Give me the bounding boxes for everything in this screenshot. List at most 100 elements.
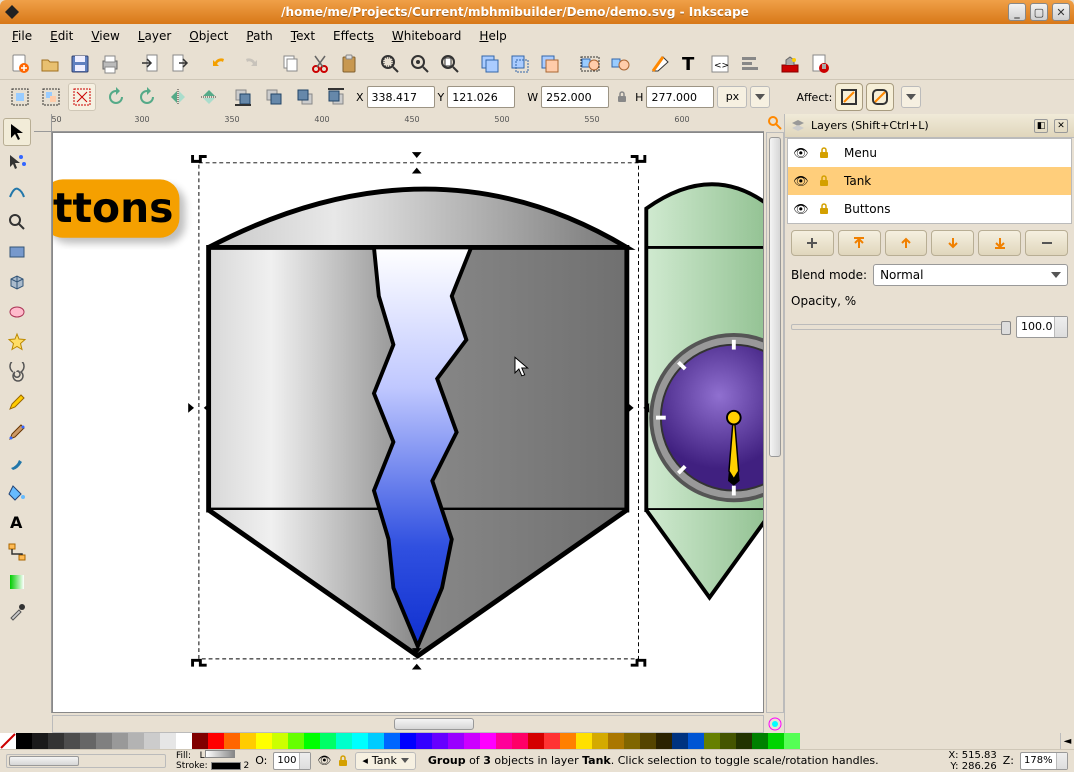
ellipse-tool[interactable]: [3, 298, 31, 326]
no-color-swatch[interactable]: [0, 733, 16, 749]
fill-stroke-button[interactable]: [646, 50, 674, 78]
text-tool[interactable]: A: [3, 508, 31, 536]
align-dialog-button[interactable]: [736, 50, 764, 78]
current-layer-select[interactable]: ◂ Tank: [355, 752, 416, 770]
color-swatch[interactable]: [640, 733, 656, 749]
color-swatch[interactable]: [64, 733, 80, 749]
layer-row[interactable]: 👁 Menu: [788, 139, 1071, 167]
color-swatch[interactable]: [96, 733, 112, 749]
selector-tool[interactable]: [3, 118, 31, 146]
color-swatch[interactable]: [592, 733, 608, 749]
export-button[interactable]: [166, 50, 194, 78]
color-swatch[interactable]: [544, 733, 560, 749]
document-properties-button[interactable]: [806, 50, 834, 78]
color-swatch[interactable]: [128, 733, 144, 749]
eye-icon[interactable]: 👁: [792, 202, 810, 216]
color-swatch[interactable]: [448, 733, 464, 749]
x-input[interactable]: [367, 86, 435, 108]
menu-effects[interactable]: Effects: [325, 27, 382, 45]
blend-select[interactable]: Normal: [873, 264, 1068, 286]
lock-icon[interactable]: [818, 175, 836, 187]
color-swatch[interactable]: [80, 733, 96, 749]
color-swatch[interactable]: [368, 733, 384, 749]
color-swatch[interactable]: [112, 733, 128, 749]
color-swatch[interactable]: [768, 733, 784, 749]
bucket-tool[interactable]: [3, 478, 31, 506]
cms-icon[interactable]: [767, 716, 783, 732]
ungroup-button[interactable]: [606, 50, 634, 78]
lock-icon[interactable]: [818, 203, 836, 215]
palette-menu-button[interactable]: ◄: [1060, 733, 1074, 749]
color-swatch[interactable]: [176, 733, 192, 749]
text-dialog-button[interactable]: T: [676, 50, 704, 78]
lock-icon[interactable]: [818, 147, 836, 159]
color-swatch[interactable]: [352, 733, 368, 749]
dropper-tool[interactable]: [3, 598, 31, 626]
quick-zoom-icon[interactable]: [767, 115, 783, 131]
vertical-scrollbar[interactable]: [766, 132, 784, 713]
raise-top-layer-button[interactable]: [838, 230, 881, 256]
h-input[interactable]: [646, 86, 714, 108]
panel-close-button[interactable]: ✕: [1054, 119, 1068, 133]
color-swatch[interactable]: [208, 733, 224, 749]
color-swatch[interactable]: [256, 733, 272, 749]
3dbox-tool[interactable]: [3, 268, 31, 296]
color-swatch[interactable]: [688, 733, 704, 749]
panel-detach-button[interactable]: ◧: [1034, 119, 1048, 133]
color-swatch[interactable]: [672, 733, 688, 749]
ruler-corner[interactable]: [34, 114, 52, 132]
close-button[interactable]: ✕: [1052, 3, 1070, 21]
paste-button[interactable]: [336, 50, 364, 78]
zoom-drawing-button[interactable]: [406, 50, 434, 78]
raise-button[interactable]: [291, 83, 319, 111]
add-layer-button[interactable]: [791, 230, 834, 256]
color-swatch[interactable]: [480, 733, 496, 749]
color-swatch[interactable]: [512, 733, 528, 749]
color-swatch[interactable]: [528, 733, 544, 749]
raise-layer-button[interactable]: [885, 230, 928, 256]
menu-view[interactable]: View: [83, 27, 127, 45]
node-tool[interactable]: [3, 148, 31, 176]
color-swatch[interactable]: [576, 733, 592, 749]
lower-bottom-layer-button[interactable]: [978, 230, 1021, 256]
color-swatch[interactable]: [720, 733, 736, 749]
save-button[interactable]: [66, 50, 94, 78]
color-swatch[interactable]: [704, 733, 720, 749]
maximize-button[interactable]: ▢: [1030, 3, 1048, 21]
menu-object[interactable]: Object: [181, 27, 236, 45]
visibility-toggle-icon[interactable]: 👁: [317, 754, 331, 767]
eye-icon[interactable]: 👁: [792, 174, 810, 188]
select-all-layers-button[interactable]: [37, 83, 65, 111]
bezier-tool[interactable]: [3, 418, 31, 446]
unit-select[interactable]: px: [717, 86, 747, 108]
opacity-slider[interactable]: [791, 324, 1010, 330]
raise-top-button[interactable]: [322, 83, 350, 111]
spiral-tool[interactable]: [3, 358, 31, 386]
color-swatch[interactable]: [464, 733, 480, 749]
color-swatch[interactable]: [416, 733, 432, 749]
lower-layer-button[interactable]: [931, 230, 974, 256]
cut-button[interactable]: [306, 50, 334, 78]
calligraphy-tool[interactable]: [3, 448, 31, 476]
color-swatch[interactable]: [752, 733, 768, 749]
opacity-value[interactable]: 100.0: [1016, 316, 1068, 338]
minimize-button[interactable]: _: [1008, 3, 1026, 21]
color-swatch[interactable]: [560, 733, 576, 749]
copy-button[interactable]: [276, 50, 304, 78]
preferences-button[interactable]: [776, 50, 804, 78]
color-swatch[interactable]: [304, 733, 320, 749]
color-swatch[interactable]: [240, 733, 256, 749]
gradient-tool[interactable]: [3, 568, 31, 596]
rect-tool[interactable]: [3, 238, 31, 266]
layer-row[interactable]: 👁 Tank: [788, 167, 1071, 195]
color-swatch[interactable]: [48, 733, 64, 749]
color-swatch[interactable]: [272, 733, 288, 749]
affect-stroke-button[interactable]: [835, 83, 863, 111]
affect-corners-button[interactable]: [866, 83, 894, 111]
lower-bottom-button[interactable]: [229, 83, 257, 111]
menu-whiteboard[interactable]: Whiteboard: [384, 27, 470, 45]
star-tool[interactable]: [3, 328, 31, 356]
color-swatch[interactable]: [144, 733, 160, 749]
undo-button[interactable]: [206, 50, 234, 78]
zoom-input[interactable]: 178%: [1020, 752, 1068, 770]
